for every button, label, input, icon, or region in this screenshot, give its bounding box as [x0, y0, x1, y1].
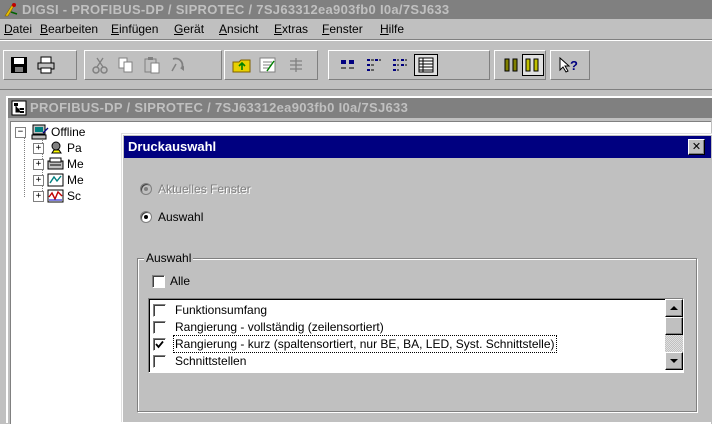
tree-item-2[interactable]: + Me — [33, 156, 133, 172]
radio-label: Auswahl — [158, 210, 204, 224]
align-icon[interactable] — [284, 54, 308, 76]
tree-label: Offline — [51, 125, 86, 139]
properties-icon[interactable] — [256, 54, 280, 76]
paste-icon[interactable] — [140, 54, 164, 76]
list-item[interactable]: Rangierung - vollständig (zeilensortiert… — [149, 318, 661, 336]
all-checkbox-label: Alle — [170, 274, 191, 288]
radio-circle[interactable] — [140, 211, 152, 223]
expand-toggle[interactable]: + — [33, 175, 44, 186]
arrow-down-icon — [670, 359, 678, 363]
scroll-down-button[interactable] — [665, 352, 683, 370]
details-icon[interactable] — [414, 54, 438, 76]
digsi-app-icon — [4, 3, 18, 17]
tree-label: Me — [67, 173, 84, 187]
expand-toggle[interactable]: + — [33, 159, 44, 170]
expand-toggle[interactable]: + — [33, 143, 44, 154]
list-icon[interactable] — [388, 54, 412, 76]
app-title-bar[interactable]: DIGSI - PROFIBUS-DP / SIPROTEC / 7SJ6331… — [0, 0, 712, 19]
scroll-thumb[interactable] — [665, 317, 683, 335]
item-checkbox[interactable] — [153, 321, 166, 334]
item-label: Schnittstellen — [175, 354, 247, 368]
menu-fenster[interactable]: Fenster — [322, 22, 363, 36]
expand-toggle[interactable]: + — [33, 191, 44, 202]
menu-bar: Datei Bearbeiten Einfügen Gerät Ansicht … — [0, 19, 712, 40]
tree-label: Sc — [67, 189, 82, 203]
arrow-up-icon — [670, 306, 678, 310]
item-label: Rangierung - vollständig (zeilensortiert… — [175, 320, 384, 334]
item-checkbox[interactable] — [153, 304, 166, 317]
group-label: Auswahl — [144, 251, 194, 265]
tree-item-3[interactable]: + Me — [33, 172, 133, 188]
item-label: Rangierung - kurz (spaltensortiert, nur … — [173, 335, 557, 353]
list-item[interactable]: Funktionsumfang — [149, 301, 661, 319]
save-icon[interactable] — [7, 54, 31, 76]
toolbar: ? — [0, 40, 712, 90]
dialog-title-bar[interactable]: Druckauswahl ✕ — [124, 136, 711, 158]
dialog-title: Druckauswahl — [128, 139, 217, 154]
print-icon[interactable] — [34, 54, 58, 76]
scroll-up-button[interactable] — [665, 299, 683, 317]
menu-bearbeiten[interactable]: Bearbeiten — [40, 22, 98, 36]
up-folder-icon[interactable] — [230, 54, 254, 76]
svg-text:?: ? — [570, 58, 578, 73]
selection-listbox[interactable]: Funktionsumfang Rangierung - vollständig… — [148, 298, 684, 373]
tree-label: Pa — [67, 141, 82, 155]
small-icons-icon[interactable] — [362, 54, 386, 76]
computer-icon — [31, 124, 49, 140]
project-icon — [11, 100, 27, 116]
help-icon[interactable]: ? — [557, 54, 581, 76]
menu-ansicht[interactable]: Ansicht — [219, 22, 258, 36]
parameter-icon — [51, 141, 62, 154]
tree-item-offline[interactable]: − Offline — [15, 124, 135, 140]
all-checkbox[interactable] — [152, 275, 165, 288]
menu-extras[interactable]: Extras — [274, 22, 308, 36]
menu-geraet[interactable]: Gerät — [174, 22, 204, 36]
fault-record-icon — [47, 189, 64, 203]
list-scrollbar[interactable] — [665, 299, 683, 370]
menu-hilfe[interactable]: Hilfe — [380, 22, 404, 36]
menu-einfuegen[interactable]: Einfügen — [111, 22, 158, 36]
tree-label: Me — [67, 157, 84, 171]
collapse-toggle[interactable]: − — [15, 127, 26, 138]
multi-window-icon[interactable] — [522, 54, 544, 76]
item-label: Funktionsumfang — [175, 303, 268, 317]
single-window-icon[interactable] — [500, 54, 524, 76]
child-window-title-bar[interactable]: PROFIBUS-DP / SIPROTEC / 7SJ63312ea903fb… — [8, 98, 712, 118]
undo-icon[interactable] — [166, 54, 190, 76]
item-checkbox[interactable] — [153, 355, 166, 368]
measurement-icon — [47, 173, 64, 187]
tree-item-4[interactable]: + Sc — [33, 188, 133, 204]
tree-item-1[interactable]: + Pa — [33, 140, 133, 156]
checkmark-icon — [155, 340, 164, 349]
cut-icon[interactable] — [88, 54, 112, 76]
print-selection-dialog: Druckauswahl ✕ Aktuelles Fenster Auswahl… — [121, 133, 712, 422]
app-title: DIGSI - PROFIBUS-DP / SIPROTEC / 7SJ6331… — [22, 2, 450, 17]
list-item[interactable]: Rangierung - kurz (spaltensortiert, nur … — [149, 335, 661, 353]
child-window-title: PROFIBUS-DP / SIPROTEC / 7SJ63312ea903fb… — [30, 100, 409, 115]
large-icons-icon[interactable] — [336, 54, 360, 76]
radio-circle[interactable] — [140, 183, 152, 195]
annunciation-icon — [47, 157, 64, 170]
menu-datei[interactable]: Datei — [4, 22, 32, 36]
close-button[interactable]: ✕ — [688, 139, 705, 155]
item-checkbox[interactable] — [153, 338, 166, 351]
copy-icon[interactable] — [114, 54, 138, 76]
list-item[interactable]: Schnittstellen — [149, 352, 661, 370]
radio-label: Aktuelles Fenster — [158, 182, 251, 196]
selection-group: Auswahl Alle Funktionsumfang Rangierung … — [137, 251, 697, 412]
